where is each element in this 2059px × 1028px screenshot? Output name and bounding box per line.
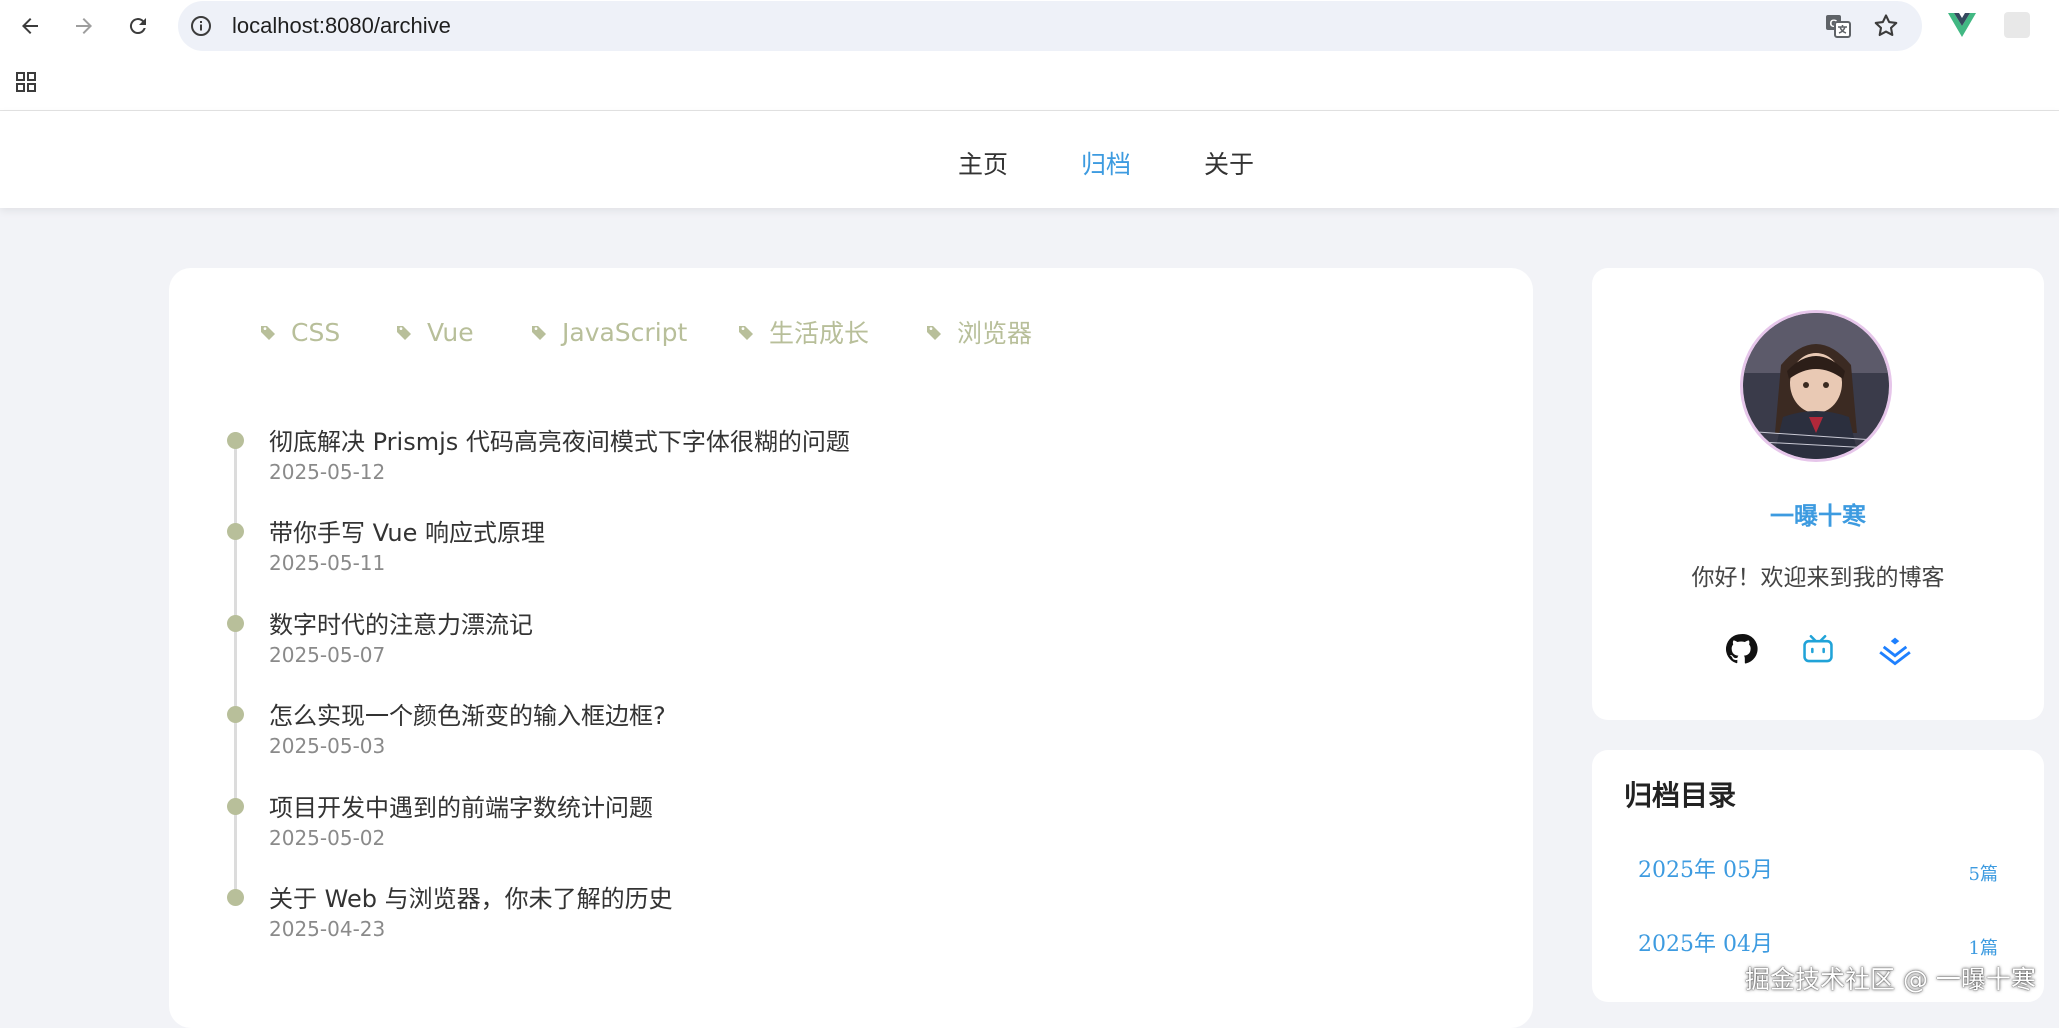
tag-label: CSS <box>291 317 341 347</box>
archive-month-label[interactable]: 2025年 04月 <box>1638 926 1773 958</box>
post-date: 2025-04-23 <box>269 917 386 941</box>
post-item[interactable]: 怎么实现一个颜色渐变的输入框边框? 2025-05-03 <box>227 702 1427 782</box>
archive-month-count: 1篇 <box>1968 938 1998 959</box>
translate-icon[interactable]: G <box>1824 12 1852 40</box>
juejin-link[interactable] <box>1878 632 1912 666</box>
address-bar[interactable]: localhost:8080/archive G <box>178 1 1922 51</box>
timeline-dot <box>227 432 244 449</box>
post-date: 2025-05-03 <box>269 734 386 758</box>
nav-about[interactable]: 关于 <box>1204 145 1254 181</box>
nav-archive[interactable]: 归档 <box>1081 145 1131 181</box>
archive-card: CSS Vue JavaScript 生活成长 浏览器 彻底解决 Prismjs… <box>169 268 1533 1028</box>
timeline-dot <box>227 889 244 906</box>
profile-name[interactable]: 一曝十寒 <box>1592 496 2044 531</box>
tag-label: JavaScript <box>562 317 688 347</box>
post-timeline: 彻底解决 Prismjs 代码高亮夜间模式下字体很糊的问题 2025-05-12… <box>227 428 1427 988</box>
timeline-dot <box>227 615 244 632</box>
archive-month-label[interactable]: 2025年 05月 <box>1638 852 1773 884</box>
nav-home[interactable]: 主页 <box>958 145 1008 181</box>
tag-item[interactable]: CSS <box>259 312 340 352</box>
tag-icon <box>739 326 753 340</box>
github-icon <box>1725 634 1758 664</box>
post-title[interactable]: 彻底解决 Prismjs 代码高亮夜间模式下字体很糊的问题 <box>269 422 850 457</box>
browser-toolbar: localhost:8080/archive G <box>0 0 2059 52</box>
post-title[interactable]: 项目开发中遇到的前端字数统计问题 <box>269 788 653 823</box>
reload-icon <box>129 18 146 35</box>
post-title[interactable]: 关于 Web 与浏览器，你未了解的历史 <box>269 879 673 914</box>
back-button[interactable] <box>13 9 47 43</box>
post-item[interactable]: 彻底解决 Prismjs 代码高亮夜间模式下字体很糊的问题 2025-05-12 <box>227 428 1427 508</box>
url-text[interactable]: localhost:8080/archive <box>232 13 451 39</box>
tag-item[interactable]: 浏览器 <box>925 312 1032 352</box>
forward-button[interactable] <box>67 9 101 43</box>
tag-icon <box>261 326 275 340</box>
post-item[interactable]: 带你手写 Vue 响应式原理 2025-05-11 <box>227 519 1427 599</box>
bilibili-icon <box>1803 634 1833 663</box>
post-date: 2025-05-07 <box>269 643 386 667</box>
archive-month-item[interactable]: 2025年 05月 5篇 <box>1638 852 1998 892</box>
back-arrow-icon <box>22 18 38 34</box>
bilibili-link[interactable] <box>1801 632 1835 666</box>
site-header: 主页 归档 关于 <box>0 111 2059 208</box>
juejin-icon <box>1879 637 1911 666</box>
archive-directory-title: 归档目录 <box>1624 779 1737 812</box>
post-date: 2025-05-12 <box>269 460 386 484</box>
timeline-dot <box>227 706 244 723</box>
post-item[interactable]: 数字时代的注意力漂流记 2025-05-07 <box>227 611 1427 691</box>
tag-item[interactable]: JavaScript <box>530 312 687 352</box>
post-title[interactable]: 带你手写 Vue 响应式原理 <box>269 513 545 548</box>
tag-label: Vue <box>427 317 474 347</box>
archive-month-count: 5篇 <box>1968 864 1998 885</box>
vue-devtools-icon[interactable] <box>1948 12 1976 38</box>
tag-item[interactable]: Vue <box>395 312 474 352</box>
reload-button[interactable] <box>121 9 155 43</box>
forward-arrow-icon <box>76 18 92 34</box>
apps-grid-icon[interactable] <box>14 70 38 94</box>
watermark: 掘金技术社区 @ 一曝十寒 <box>1745 965 2036 994</box>
tag-icon <box>397 326 411 340</box>
tag-label: 生活成长 <box>769 319 870 348</box>
post-item[interactable]: 项目开发中遇到的前端字数统计问题 2025-05-02 <box>227 794 1427 874</box>
tag-icon <box>532 326 546 340</box>
post-title[interactable]: 数字时代的注意力漂流记 <box>269 605 533 640</box>
tag-label: 浏览器 <box>957 319 1033 348</box>
avatar <box>1740 310 1892 462</box>
bookmarks-bar <box>0 52 2059 111</box>
tag-icon <box>927 326 941 340</box>
profile-bio: 你好！欢迎来到我的博客 <box>1691 565 1945 591</box>
github-link[interactable] <box>1724 632 1758 666</box>
site-info-icon[interactable] <box>189 14 213 38</box>
tag-item[interactable]: 生活成长 <box>737 312 869 352</box>
post-item[interactable]: 关于 Web 与浏览器，你未了解的历史 2025-04-23 <box>227 885 1427 965</box>
extension-icon[interactable] <box>2004 12 2030 38</box>
post-date: 2025-05-02 <box>269 826 386 850</box>
post-title[interactable]: 怎么实现一个颜色渐变的输入框边框? <box>269 696 666 731</box>
bookmark-star-icon[interactable] <box>1872 12 1900 40</box>
timeline-dot <box>227 523 244 540</box>
profile-card: 一曝十寒 你好！欢迎来到我的博客 <box>1592 268 2044 720</box>
timeline-dot <box>227 798 244 815</box>
post-date: 2025-05-11 <box>269 551 386 575</box>
